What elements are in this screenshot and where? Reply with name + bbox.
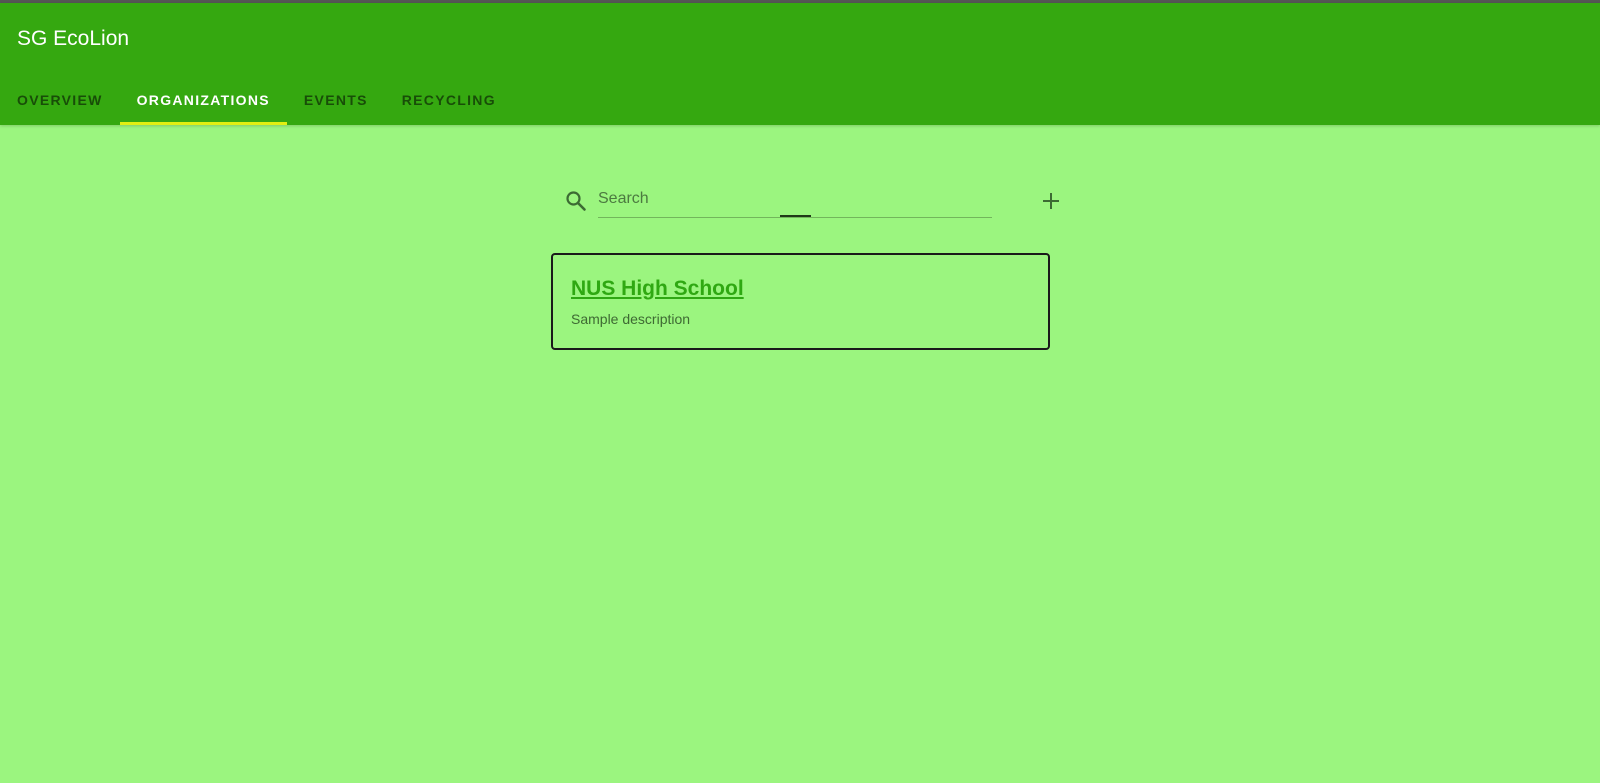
- app-title: SG EcoLion: [17, 27, 130, 50]
- tab-recycling[interactable]: RECYCLING: [385, 75, 513, 125]
- organization-name-link[interactable]: NUS High School: [571, 277, 744, 301]
- tab-organizations[interactable]: ORGANIZATIONS: [119, 75, 288, 125]
- tab-events[interactable]: EVENTS: [287, 75, 385, 125]
- plus-icon: [1041, 191, 1061, 216]
- search-field: [598, 184, 992, 218]
- app-bar: SG EcoLion OVERVIEW ORGANIZATIONS EVENTS…: [0, 3, 1600, 125]
- add-organization-button[interactable]: [1036, 188, 1066, 218]
- search-icon: [564, 189, 588, 213]
- search-focus-indicator: [780, 215, 811, 217]
- tab-bar: OVERVIEW ORGANIZATIONS EVENTS RECYCLING: [0, 75, 513, 125]
- search-input[interactable]: [598, 184, 992, 214]
- tab-overview[interactable]: OVERVIEW: [0, 75, 120, 125]
- organization-card: NUS High School Sample description: [551, 253, 1050, 350]
- organization-description: Sample description: [571, 311, 691, 327]
